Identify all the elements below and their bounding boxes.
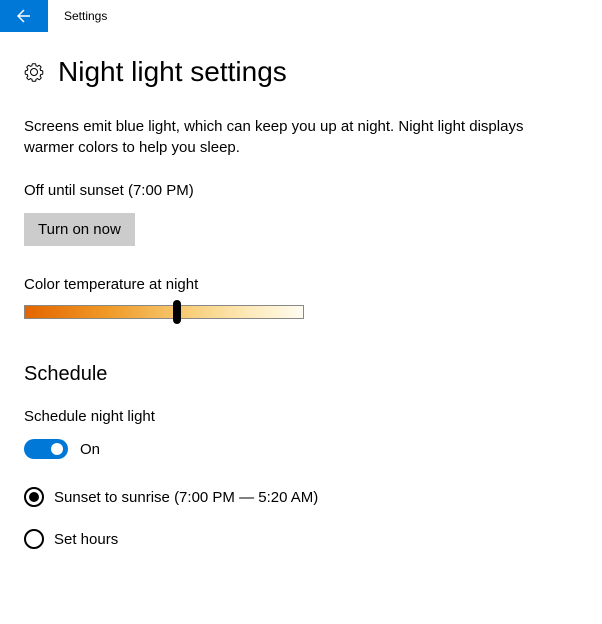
turn-on-now-button[interactable]: Turn on now (24, 213, 135, 246)
status-text: Off until sunset (7:00 PM) (24, 182, 578, 199)
radio-icon (24, 529, 44, 549)
back-arrow-icon (16, 8, 32, 24)
page-title: Night light settings (58, 56, 287, 88)
header-title: Settings (48, 9, 107, 23)
toggle-state: On (80, 441, 100, 458)
content: Night light settings Screens emit blue l… (0, 32, 602, 549)
gear-icon (24, 62, 44, 87)
color-temperature-label: Color temperature at night (24, 276, 578, 293)
radio-label: Set hours (54, 531, 118, 548)
header: Settings (0, 0, 602, 32)
page-title-row: Night light settings (24, 56, 578, 88)
schedule-toggle[interactable] (24, 439, 68, 459)
color-temperature-slider[interactable] (24, 305, 304, 319)
back-button[interactable] (0, 0, 48, 32)
color-temperature-section: Color temperature at night (24, 276, 578, 319)
schedule-toggle-row: On (24, 439, 578, 459)
schedule-heading: Schedule (24, 363, 578, 386)
toggle-knob (51, 443, 63, 455)
radio-sunset-to-sunrise[interactable]: Sunset to sunrise (7:00 PM — 5:20 AM) (24, 487, 578, 507)
slider-thumb[interactable] (173, 300, 181, 324)
description: Screens emit blue light, which can keep … (24, 116, 544, 158)
radio-set-hours[interactable]: Set hours (24, 529, 578, 549)
schedule-toggle-label: Schedule night light (24, 408, 578, 425)
radio-icon (24, 487, 44, 507)
radio-label: Sunset to sunrise (7:00 PM — 5:20 AM) (54, 489, 318, 506)
